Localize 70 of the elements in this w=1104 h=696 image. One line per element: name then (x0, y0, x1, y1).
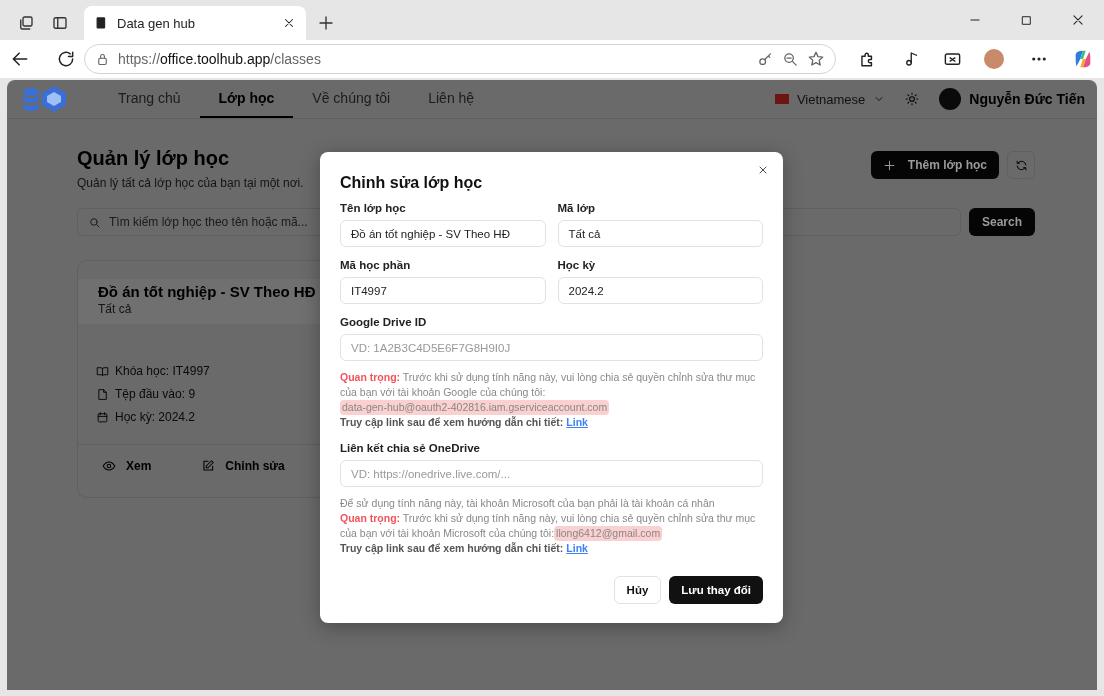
refresh-button[interactable] (1007, 151, 1035, 179)
guide-text: Truy cập link sau để xem hướng dẫn chi tiết: Link (340, 415, 589, 430)
file-icon (96, 387, 109, 401)
tabs-icon[interactable] (17, 14, 35, 32)
view-button[interactable]: Xem (102, 459, 152, 473)
add-class-button[interactable]: Thêm lớp học (870, 151, 999, 179)
calendar-icon (96, 410, 109, 424)
guide-link[interactable]: Link (566, 542, 588, 554)
guide-text: Truy cập link sau để xem hướng dẫn chi tiết: Link (340, 541, 589, 556)
eye-icon (102, 459, 116, 473)
close-icon[interactable] (757, 164, 769, 176)
refresh-icon[interactable] (56, 49, 76, 69)
refresh-icon (1014, 158, 1028, 172)
input-field[interactable]: VD: https://onedrive.live.com/... (340, 460, 763, 487)
class-detail: Khóa học: IT4997 (115, 364, 210, 378)
nav-link[interactable]: Liên hệ (409, 80, 494, 118)
page-title: Quản lý lớp học (77, 147, 230, 170)
email-address: data-gen-hub@oauth2-402816.iam.gserviceaccount.com (340, 400, 610, 415)
browser-tab[interactable]: Data gen hub (84, 6, 306, 40)
field-label: Tên lớp học (340, 202, 407, 214)
input-field[interactable]: Tất cả (557, 220, 763, 247)
class-detail: Học kỳ: 2024.2 (115, 410, 196, 424)
input-field[interactable]: IT4997 (340, 277, 546, 304)
edit-button[interactable]: Chỉnh sửa (201, 459, 285, 473)
input-field[interactable]: VD: 1A2B3C4D5E6F7G8H9I0J (340, 334, 763, 361)
profile-avatar[interactable] (984, 49, 1004, 69)
star-icon[interactable] (807, 50, 825, 68)
important-note: Quan trọng: Trước khi sử dụng tính năng này, vui lòng chia sẻ quyền chỉnh sửa thư mục của bạn với tài khoản Microsoft của chúng tôi: llong6412@gmail.com (340, 511, 757, 541)
field-label: Liên kết chia sẻ OneDrive (340, 442, 481, 454)
user-avatar[interactable] (939, 88, 962, 110)
class-subtitle: Tất cả (98, 302, 132, 316)
nav-link[interactable]: Trang chủ (99, 80, 200, 118)
maximize-icon[interactable] (1020, 13, 1033, 27)
search-button[interactable]: Search (968, 208, 1035, 236)
email-address: llong6412@gmail.com (554, 526, 663, 541)
nav-link[interactable]: Lớp học (199, 80, 294, 118)
class-title: Đồ án tốt nghiệp - SV Theo HĐ (98, 283, 316, 300)
address-bar[interactable]: https://office.toolhub.app/classes (84, 44, 836, 74)
important-note: Quan trọng: Trước khi sử dụng tính năng này, vui lòng chia sẻ quyền chỉnh sửa thư mục của bạn với tài khoản Google của chúng tôi: data-gen-hub@oauth2-402816.iam.gserviceaccount.com (340, 370, 757, 415)
plus-icon[interactable] (317, 14, 335, 32)
key-icon[interactable] (757, 50, 774, 68)
user-name[interactable]: Nguyễn Đức Tiến (969, 91, 1085, 107)
input-field[interactable]: Đồ án tốt nghiệp - SV Theo HĐ (340, 220, 546, 247)
logo-icon[interactable] (21, 84, 69, 114)
book-icon (96, 364, 109, 378)
close-icon[interactable] (282, 16, 296, 30)
help-text: Để sử dụng tính năng này, tài khoản Microsoft của bạn phải là tài khoản cá nhân (340, 496, 716, 511)
save-button[interactable]: Lưu thay đổi (669, 576, 763, 604)
url-text: https://office.toolhub.app/classes (118, 51, 322, 67)
sun-icon[interactable] (905, 92, 920, 106)
guide-link[interactable]: Link (566, 416, 588, 428)
sidebar-icon[interactable] (51, 14, 69, 32)
field-label: Học kỳ (557, 259, 597, 271)
lock-icon (95, 51, 110, 67)
nav-link[interactable]: Về chúng tôi (293, 80, 410, 118)
dialog-title: Chỉnh sửa lớp học (340, 174, 484, 192)
tab-title: Data gen hub (117, 15, 197, 31)
input-field[interactable]: 2024.2 (557, 277, 763, 304)
page-subtitle: Quản lý tất cả lớp học của bạn tại một nơi. (77, 176, 304, 190)
field-label: Mã học phần (340, 259, 412, 271)
search-icon (88, 215, 101, 229)
close-icon[interactable] (1071, 13, 1085, 27)
edit-icon (201, 459, 216, 473)
zoom-out-icon[interactable] (782, 50, 799, 68)
language-selector[interactable]: Vietnamese (774, 91, 886, 107)
field-label: Google Drive ID (340, 316, 428, 328)
class-detail: Tệp đầu vào: 9 (115, 387, 196, 401)
cancel-button[interactable]: Hủy (613, 576, 662, 604)
plus-icon (882, 158, 896, 172)
field-label: Mã lớp (557, 202, 597, 214)
